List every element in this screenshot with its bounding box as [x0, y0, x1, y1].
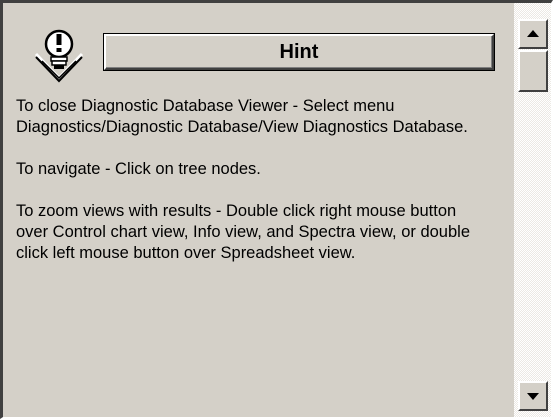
hint-panel: Hint To close Diagnostic Database Viewer…	[0, 0, 553, 419]
hint-title-label: Hint	[279, 40, 319, 63]
scroll-up-arrow-icon	[527, 30, 539, 37]
hint-content-area: Hint To close Diagnostic Database Viewer…	[4, 4, 510, 416]
scroll-down-button[interactable]	[518, 381, 548, 411]
hint-message: To close Diagnostic Database Viewer - Se…	[16, 96, 486, 285]
vertical-scrollbar[interactable]	[513, 3, 551, 417]
scroll-up-button[interactable]	[518, 19, 548, 49]
scroll-thumb[interactable]	[518, 50, 548, 92]
scroll-down-arrow-icon	[527, 393, 539, 400]
hint-paragraph-zoom: To zoom views with results - Double clic…	[16, 202, 470, 262]
hint-paragraph-navigate: To navigate - Click on tree nodes.	[16, 160, 261, 178]
hint-paragraph-close: To close Diagnostic Database Viewer - Se…	[16, 97, 468, 136]
hint-lightbulb-icon	[30, 24, 88, 86]
hint-title-bar: Hint	[103, 33, 495, 71]
